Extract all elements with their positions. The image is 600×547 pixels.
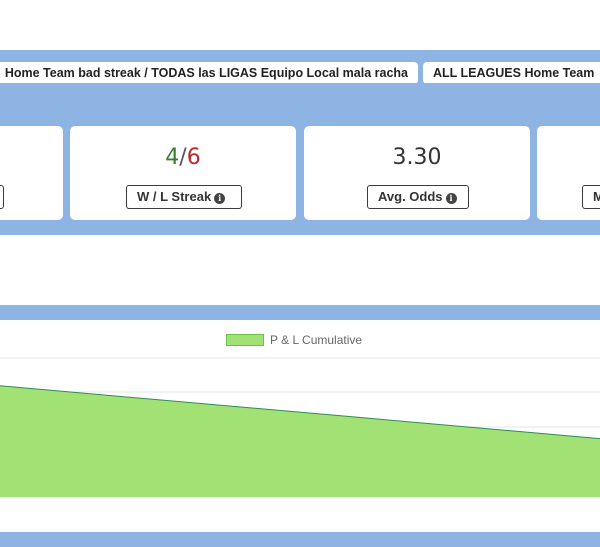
pl-area: [0, 385, 600, 497]
bottom-band: [0, 532, 600, 547]
stat-card-partial-left: [0, 126, 63, 220]
stat-label-partial-right[interactable]: M: [582, 185, 600, 209]
stat-label-partial-left[interactable]: [0, 185, 4, 209]
info-circle-icon: i: [214, 193, 226, 204]
wl-streak-label-button[interactable]: W / L Streak i: [126, 185, 242, 209]
losses-count: 6: [186, 145, 201, 170]
wl-streak-value: 4/6: [70, 145, 296, 170]
partial-right-label: M: [593, 189, 600, 204]
avg-odds-label-button[interactable]: Avg. Odds i: [367, 185, 469, 209]
chart-band: [0, 305, 600, 320]
tab-all-leagues-home-team[interactable]: ALL LEAGUES Home Team: [423, 62, 600, 84]
avg-odds-label: Avg. Odds: [378, 189, 443, 204]
info-circle-icon: i: [445, 193, 457, 204]
wl-separator: /: [179, 145, 187, 170]
tab-home-team-bad-streak[interactable]: Home Team bad streak / TODAS las LIGAS E…: [0, 62, 418, 84]
wl-streak-label: W / L Streak: [137, 189, 212, 204]
pl-cumulative-chart: [0, 357, 600, 497]
wins-count: 4: [165, 145, 180, 170]
avg-odds-value: 3.30: [392, 145, 442, 170]
